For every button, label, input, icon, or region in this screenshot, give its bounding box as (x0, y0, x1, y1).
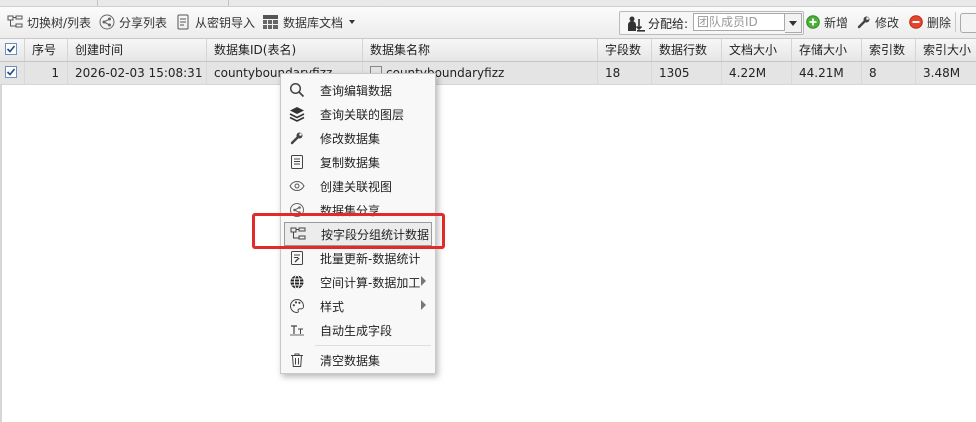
column-header[interactable]: 索引数 (862, 39, 916, 61)
member-dropdown-button[interactable] (785, 13, 802, 33)
edit-doc-icon (291, 251, 303, 265)
globe-icon (290, 275, 304, 289)
column-header[interactable]: 序号 (25, 39, 68, 61)
column-header[interactable]: 数据行数 (652, 39, 722, 61)
row-row-count: 1305 (652, 62, 722, 84)
row-field-count: 18 (598, 62, 652, 84)
row-index-count: 8 (862, 62, 916, 84)
menu-item-copy-dataset[interactable]: 复制数据集 (284, 150, 432, 174)
column-header[interactable]: 创建时间 (68, 39, 207, 61)
eye-icon (289, 180, 305, 192)
menu-item-label: 修改数据集 (320, 131, 381, 146)
header-select-all-cell (0, 39, 25, 61)
edit-label: 修改 (875, 15, 900, 30)
submenu-arrow-icon (421, 300, 426, 310)
delete-button[interactable]: 删除 (909, 12, 951, 32)
import-from-key-button[interactable]: 从密钥导入 (175, 12, 255, 32)
chevron-down-icon (789, 20, 797, 26)
row-doc-size: 4.22M (722, 62, 792, 84)
palette-icon (290, 298, 305, 314)
menu-item-query-edit-data[interactable]: 查询编辑数据 (284, 78, 432, 102)
row-checkbox[interactable] (5, 66, 17, 78)
add-button[interactable]: 新增 (806, 12, 848, 32)
layers-icon (289, 107, 305, 122)
menu-item-spatial-compute[interactable]: 空间计算-数据加工 (284, 270, 432, 294)
import-doc-icon (177, 14, 189, 30)
column-header[interactable]: 文档大小 (722, 39, 792, 61)
wrench-icon (857, 16, 870, 29)
highlight-annotation-box (252, 213, 445, 249)
checkmark-icon (6, 45, 16, 53)
toolbar: 切换树/列表 分享列表 从密钥导入 数据库文档 分配给: 新增 修改 删除 (0, 7, 976, 39)
menu-item-clear-dataset[interactable]: 清空数据集 (284, 348, 432, 372)
database-docs-dropdown[interactable]: 数据库文档 (262, 12, 356, 32)
add-label: 新增 (824, 15, 849, 30)
top-strip-segment (98, 0, 229, 6)
grid-header: 序号 创建时间 数据集ID(表名) 数据集名称 字段数 数据行数 文档大小 存储… (0, 39, 976, 62)
menu-item-label: 查询关联的图层 (320, 107, 405, 122)
menu-item-label: 查询编辑数据 (320, 83, 393, 98)
team-member-id-input[interactable] (693, 13, 785, 31)
menu-item-query-related-layers[interactable]: 查询关联的图层 (284, 102, 432, 126)
edit-button[interactable]: 修改 (857, 12, 899, 32)
column-header[interactable]: 字段数 (598, 39, 652, 61)
wrench-icon (290, 132, 303, 145)
delete-icon (909, 15, 923, 29)
row-seq: 1 (25, 62, 68, 84)
chevron-down-icon (349, 20, 356, 24)
column-header[interactable]: 数据集ID(表名) (207, 39, 363, 61)
menu-item-label: 复制数据集 (320, 155, 381, 170)
share-list-label: 分享列表 (119, 15, 168, 30)
column-header[interactable]: 数据集名称 (363, 39, 598, 61)
column-header[interactable]: 存储大小 (792, 39, 862, 61)
row-select-cell (0, 62, 25, 84)
table-row[interactable]: 1 2026-02-03 15:08:31 countyboundaryfizz… (0, 62, 976, 85)
database-table-icon (263, 15, 278, 29)
menu-item-modify-dataset[interactable]: 修改数据集 (284, 126, 432, 150)
row-index-size: 3.48M (923, 66, 961, 80)
switch-tree-list-label: 切换树/列表 (27, 15, 92, 30)
menu-divider (315, 345, 431, 346)
share-icon (99, 14, 115, 30)
assign-user-icon (628, 16, 645, 32)
menu-item-create-related-view[interactable]: 创建关联视图 (284, 174, 432, 198)
tree-icon (7, 15, 23, 28)
submenu-arrow-icon (421, 276, 426, 286)
database-docs-label: 数据库文档 (283, 15, 344, 30)
menu-item-style[interactable]: 样式 (284, 294, 432, 318)
add-icon (806, 15, 820, 29)
menu-item-label: 批量更新-数据统计 (320, 251, 421, 266)
delete-label: 删除 (927, 15, 952, 30)
grid-left-border (0, 84, 2, 422)
assign-label-wrap: 分配给: (626, 15, 688, 32)
row-created: 2026-02-03 15:08:31 (68, 62, 207, 84)
copy-doc-icon (291, 155, 303, 169)
import-from-key-label: 从密钥导入 (195, 15, 256, 30)
share-list-button[interactable]: 分享列表 (99, 12, 167, 32)
text-field-icon (290, 325, 304, 336)
toolbar-divider (955, 12, 956, 32)
menu-item-auto-generate-fields[interactable]: 自动生成字段 (284, 318, 432, 342)
row-storage-size: 44.21M (792, 62, 862, 84)
more-button[interactable] (960, 13, 976, 33)
select-all-checkbox[interactable] (5, 43, 17, 55)
assign-label: 分配给: (648, 17, 689, 31)
menu-item-label: 创建关联视图 (320, 179, 393, 194)
search-icon (289, 82, 305, 98)
menu-item-label: 空间计算-数据加工 (320, 275, 421, 290)
column-header[interactable]: 索引大小 (916, 39, 976, 61)
top-tab-strip (0, 0, 976, 7)
assign-to-group: 分配给: (619, 11, 804, 35)
switch-tree-list-button[interactable]: 切换树/列表 (7, 12, 91, 32)
menu-item-label: 样式 (320, 299, 345, 314)
trash-icon (291, 353, 303, 367)
menu-item-batch-update-stats[interactable]: 批量更新-数据统计 (284, 246, 432, 270)
top-strip-segment (0, 0, 98, 6)
menu-item-label: 清空数据集 (320, 353, 381, 368)
menu-item-label: 自动生成字段 (320, 323, 393, 338)
checkmark-icon (6, 68, 16, 76)
